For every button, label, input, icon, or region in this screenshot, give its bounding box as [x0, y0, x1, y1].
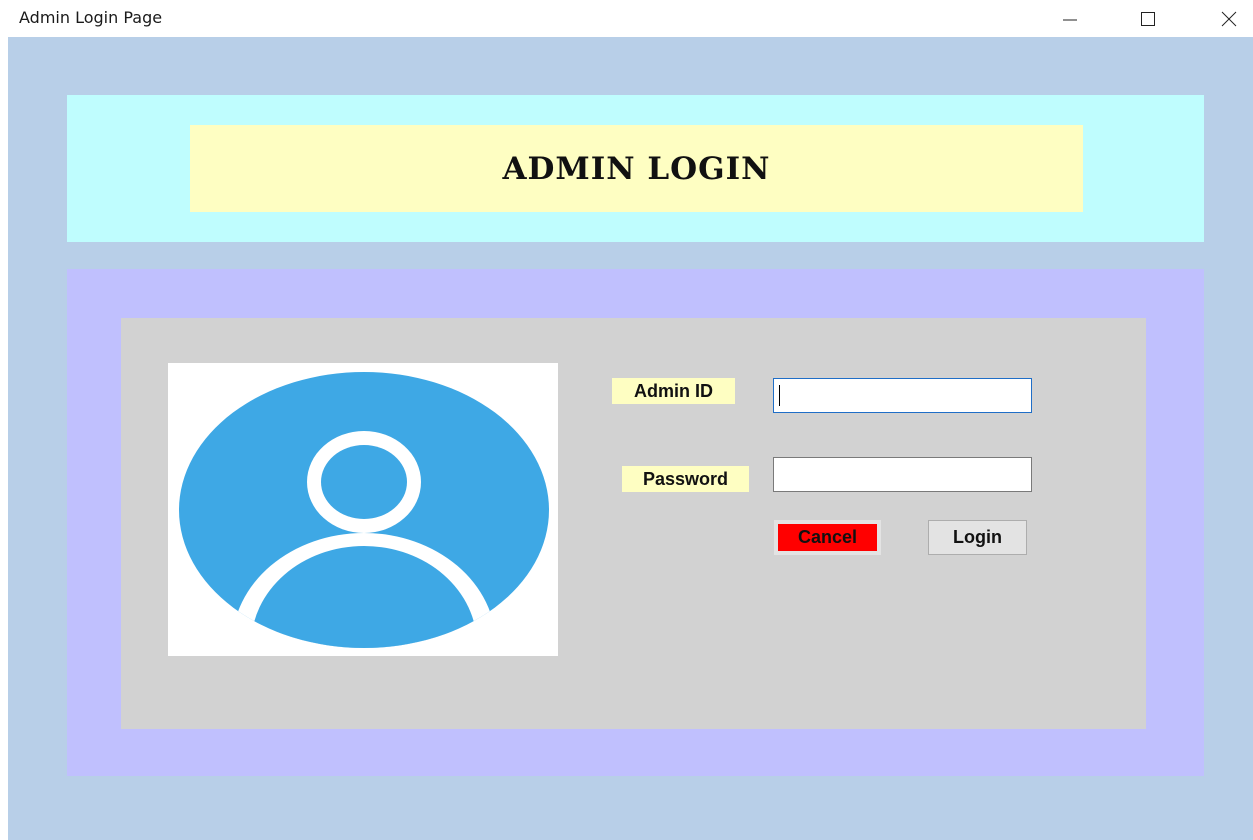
password-input[interactable]: [773, 457, 1032, 492]
avatar-image: [168, 363, 558, 656]
close-button[interactable]: [1206, 0, 1252, 37]
admin-id-input[interactable]: [773, 378, 1032, 413]
header-panel: ADMIN LOGIN: [67, 95, 1204, 242]
text-caret: [779, 385, 780, 406]
login-button[interactable]: Login: [928, 520, 1027, 555]
cancel-button[interactable]: Cancel: [774, 520, 881, 555]
title-bar: Admin Login Page: [0, 0, 1253, 37]
window-title: Admin Login Page: [19, 8, 163, 27]
minimize-icon: [1063, 19, 1077, 20]
page-title: ADMIN LOGIN: [502, 150, 771, 187]
minimize-button[interactable]: [1047, 0, 1093, 37]
window-client-area: ADMIN LOGIN Admin ID Password Cancel Log…: [8, 37, 1253, 840]
admin-id-label: Admin ID: [612, 378, 735, 404]
password-label: Password: [622, 466, 749, 492]
user-avatar-icon: [179, 372, 549, 648]
close-icon: [1221, 11, 1237, 26]
login-form-panel: Admin ID Password Cancel Login: [121, 318, 1146, 729]
maximize-icon: [1141, 11, 1155, 26]
login-outer-panel: Admin ID Password Cancel Login: [67, 269, 1204, 776]
page-title-box: ADMIN LOGIN: [190, 125, 1083, 212]
maximize-button[interactable]: [1125, 0, 1171, 37]
